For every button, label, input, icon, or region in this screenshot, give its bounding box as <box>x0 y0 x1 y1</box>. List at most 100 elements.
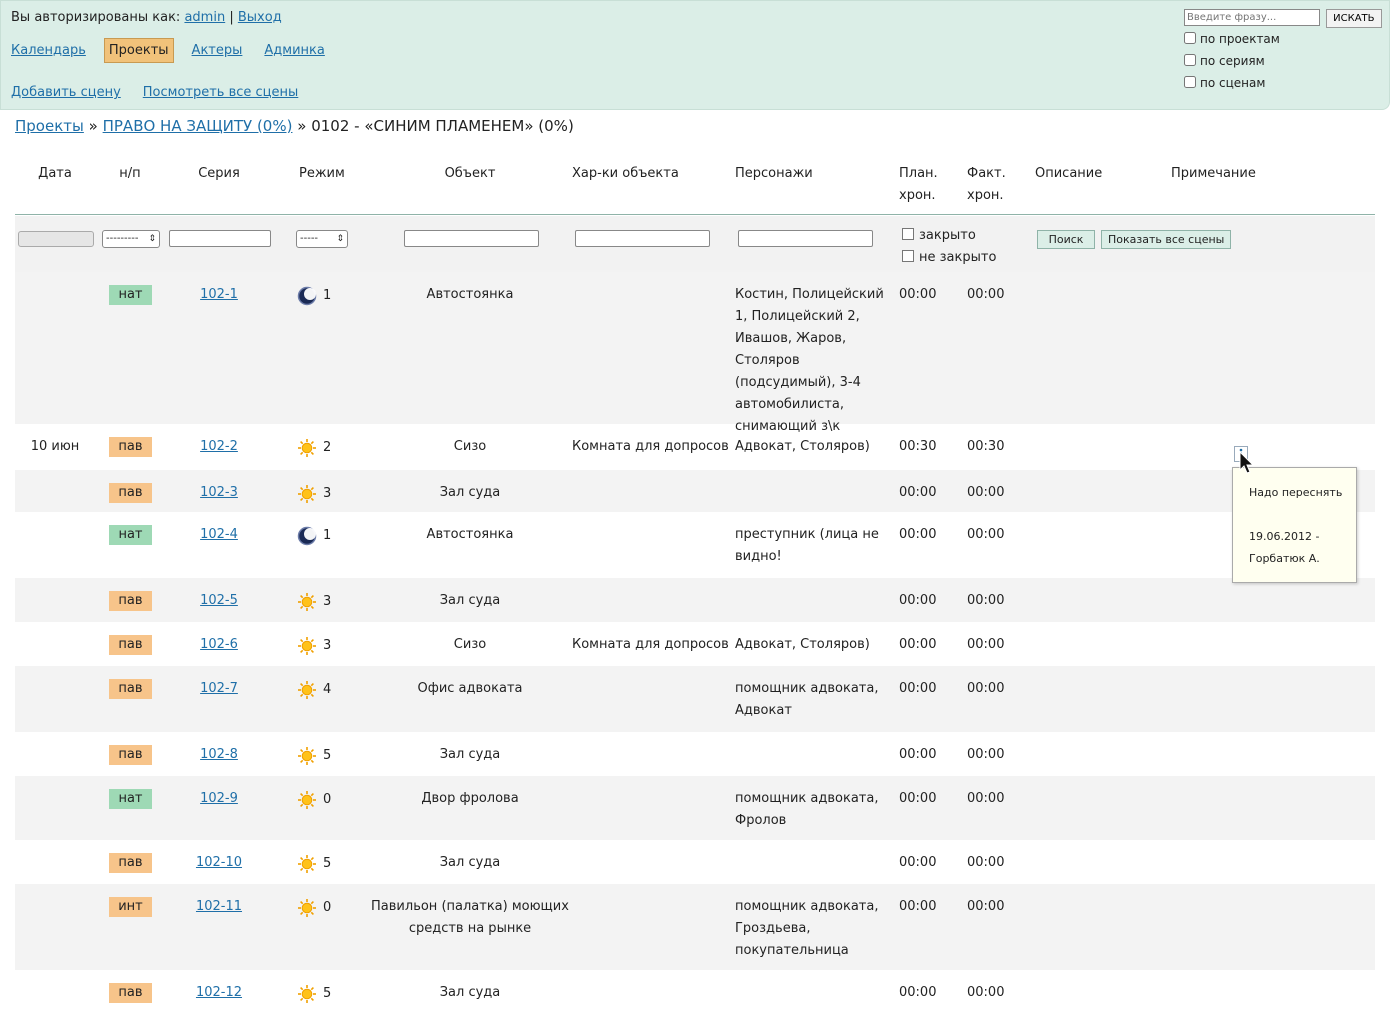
series-link[interactable]: 102-11 <box>196 899 242 914</box>
checkbox[interactable] <box>1184 54 1196 66</box>
search-input[interactable] <box>1184 9 1320 26</box>
cell-plan: 00:00 <box>899 855 937 870</box>
np-badge: пав <box>109 635 152 655</box>
view-all-scenes-link[interactable]: Посмотреть все сцены <box>143 85 299 100</box>
search-button[interactable]: ИСКАТЬ <box>1326 9 1382 28</box>
tooltip-date: 19.06.2012 - <box>1249 530 1320 543</box>
np-badge: инт <box>109 897 152 917</box>
nav-actors[interactable]: Актеры <box>192 39 243 62</box>
user-link[interactable]: admin <box>184 10 225 25</box>
closed-checkbox[interactable]: закрыто <box>902 228 976 243</box>
cell-date: 10 июн <box>30 439 80 454</box>
checkbox[interactable] <box>1184 32 1196 44</box>
filter-search-button[interactable]: Поиск <box>1037 230 1095 249</box>
tooltip-author: Горбатюк А. <box>1249 552 1320 565</box>
breadcrumb-project[interactable]: ПРАВО НА ЗАЩИТУ (0%) <box>103 117 293 135</box>
show-all-scenes-button[interactable]: Показать все сцены <box>1101 230 1232 249</box>
cell-mode: 1 <box>297 525 331 547</box>
table-header: Дата н/п Серия Режим Объект Хар-ки объек… <box>15 150 1375 215</box>
nav-admin[interactable]: Админка <box>264 39 324 62</box>
date-filter-input[interactable] <box>18 231 94 247</box>
not-closed-label: не закрыто <box>919 250 997 265</box>
cell-fact: 00:00 <box>967 985 1005 1000</box>
cell-object: Автостоянка <box>426 287 514 302</box>
logout-link[interactable]: Выход <box>238 10 282 25</box>
series-link[interactable]: 102-9 <box>200 791 238 806</box>
breadcrumb: Проекты » ПРАВО НА ЗАЩИТУ (0%) » 0102 - … <box>15 117 574 135</box>
col-char: Хар-ки объекта <box>572 166 679 181</box>
cell-plan: 00:00 <box>899 485 937 500</box>
col-mode: Режим <box>299 166 345 181</box>
cell-persons: Адвокат, Столяров) <box>735 637 870 652</box>
persons-filter-input[interactable] <box>738 230 873 247</box>
series-link[interactable]: 102-3 <box>200 485 238 500</box>
nav-calendar[interactable]: Календарь <box>11 39 86 62</box>
series-link[interactable]: 102-12 <box>196 985 242 1000</box>
add-scene-link[interactable]: Добавить сцену <box>11 85 121 100</box>
series-link[interactable]: 102-1 <box>200 287 238 302</box>
char-filter-input[interactable] <box>575 230 710 247</box>
series-link[interactable]: 102-8 <box>200 747 238 762</box>
table-body: нат 102-1 1 Автостоянка Костин, Полицейский … <box>15 272 1375 1014</box>
np-badge: пав <box>109 745 152 765</box>
sun-icon <box>298 637 316 655</box>
nav-projects[interactable]: Проекты <box>103 38 174 63</box>
cell-object: Зал суда <box>439 855 501 870</box>
cell-char: Комната для допросов <box>572 439 729 454</box>
filter-row: --------- ⇕ ----- ⇕ закрыто не закрыто Пои… <box>15 215 1375 272</box>
search-options: по проектам по сериям по сценам <box>1184 32 1280 98</box>
breadcrumb-projects[interactable]: Проекты <box>15 117 84 135</box>
series-link[interactable]: 102-6 <box>200 637 238 652</box>
series-link[interactable]: 102-7 <box>200 681 238 696</box>
mode-value: 5 <box>323 986 332 1001</box>
checkbox[interactable] <box>1184 76 1196 88</box>
np-badge: пав <box>109 591 152 611</box>
not-closed-checkbox[interactable]: не закрыто <box>902 250 996 265</box>
cell-object: Зал суда <box>439 747 501 762</box>
sun-icon <box>298 439 316 457</box>
mode-value: 1 <box>323 288 332 303</box>
np-filter-select[interactable]: --------- ⇕ <box>102 230 160 248</box>
search-opt-scenes[interactable]: по сценам <box>1184 76 1280 98</box>
table-row: пав 102-5 3 Зал суда 00:00 00:00 <box>15 578 1375 622</box>
cell-fact: 00:00 <box>967 485 1005 500</box>
cell-fact: 00:00 <box>967 637 1005 652</box>
cell-mode: 3 <box>297 591 331 613</box>
moon-icon <box>297 526 317 546</box>
cell-fact: 00:00 <box>967 681 1005 696</box>
scenes-table: Дата н/п Серия Режим Объект Хар-ки объек… <box>15 150 1375 1014</box>
search-opt-projects[interactable]: по проектам <box>1184 32 1280 54</box>
search-opt-series[interactable]: по сериям <box>1184 54 1280 76</box>
checkbox[interactable] <box>902 228 914 240</box>
series-link[interactable]: 102-4 <box>200 527 238 542</box>
np-badge: пав <box>109 483 152 503</box>
checkbox[interactable] <box>902 250 914 262</box>
cell-persons: помощник адвоката, Адвокат <box>735 681 879 718</box>
mode-filter-select[interactable]: ----- ⇕ <box>296 230 348 248</box>
auth-separator: | <box>229 10 234 25</box>
series-link[interactable]: 102-5 <box>200 593 238 608</box>
mode-value: 1 <box>323 528 332 543</box>
mode-value: 3 <box>323 638 332 653</box>
cell-object: Офис адвоката <box>417 681 523 696</box>
cell-mode: 3 <box>297 483 331 505</box>
table-row: нат 102-9 0 Двор фролова помощник адвоката, … <box>15 776 1375 840</box>
np-badge: нат <box>109 285 152 305</box>
cell-mode: 0 <box>297 897 331 919</box>
main-nav: Календарь Проекты Актеры Админка <box>11 38 347 63</box>
table-row: пав 102-12 5 Зал суда 00:00 00:00 <box>15 970 1375 1014</box>
cell-fact: 00:00 <box>967 855 1005 870</box>
option-label: по сериям <box>1200 54 1265 68</box>
cell-persons: помощник адвоката, Фролов <box>735 791 879 828</box>
mouse-cursor-icon <box>1239 451 1255 474</box>
cell-mode: 2 <box>297 437 331 459</box>
table-row: нат 102-1 1 Автостоянка Костин, Полицейский … <box>15 272 1375 434</box>
sun-icon <box>298 681 316 699</box>
series-filter-input[interactable] <box>169 230 271 247</box>
series-link[interactable]: 102-2 <box>200 439 238 454</box>
cell-persons: преступник (лица не видно! <box>735 527 879 564</box>
auth-prefix: Вы авторизированы как: <box>11 10 181 25</box>
np-badge: нат <box>109 525 152 545</box>
series-link[interactable]: 102-10 <box>196 855 242 870</box>
object-filter-input[interactable] <box>404 230 539 247</box>
